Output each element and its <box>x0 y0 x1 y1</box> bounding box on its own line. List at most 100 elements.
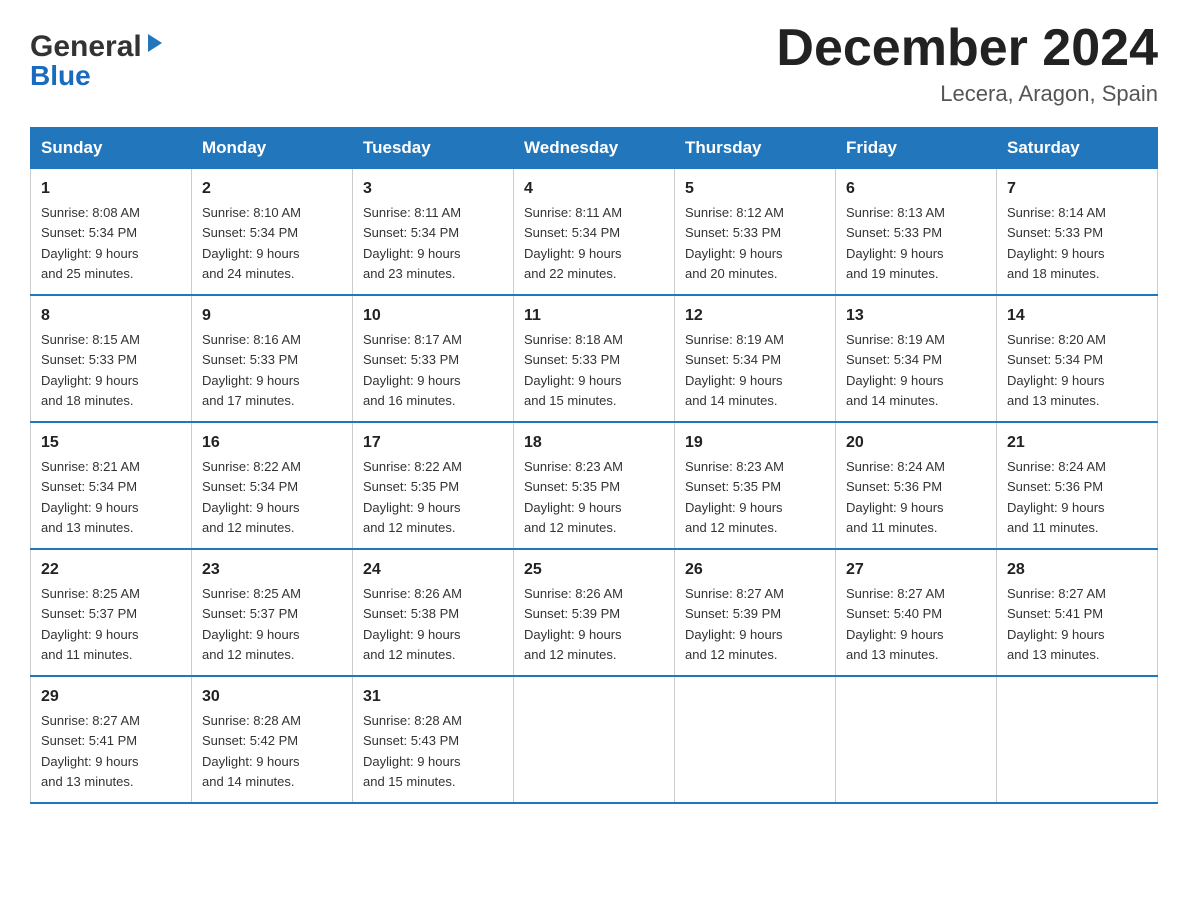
table-row: 9 Sunrise: 8:16 AMSunset: 5:33 PMDaylight… <box>192 295 353 422</box>
day-info: Sunrise: 8:14 AMSunset: 5:33 PMDaylight:… <box>1007 205 1106 281</box>
table-row: 18Sunrise: 8:23 AMSunset: 5:35 PMDayligh… <box>514 422 675 549</box>
table-row: 30 Sunrise: 8:28 AMSunset: 5:42 PMDayligh… <box>192 676 353 803</box>
day-info: Sunrise: 8:26 AMSunset: 5:38 PMDaylight:… <box>363 586 462 662</box>
day-info: Sunrise: 8:23 AMSunset: 5:35 PMDaylight:… <box>685 459 784 535</box>
day-info: Sunrise: 8:22 AMSunset: 5:35 PMDaylight:… <box>363 459 462 535</box>
table-row: 5Sunrise: 8:12 AMSunset: 5:33 PMDaylight… <box>675 169 836 296</box>
logo-arrow-icon <box>144 32 166 59</box>
day-info: Sunrise: 8:22 AMSunset: 5:34 PMDaylight:… <box>202 459 301 535</box>
day-info: Sunrise: 8:20 AMSunset: 5:34 PMDaylight:… <box>1007 332 1106 408</box>
day-info: Sunrise: 8:27 AMSunset: 5:41 PMDaylight:… <box>1007 586 1106 662</box>
day-number: 13 <box>846 304 986 328</box>
logo-blue-text: Blue <box>30 60 91 92</box>
calendar-week-row: 15 Sunrise: 8:21 AMSunset: 5:34 PMDayligh… <box>31 422 1158 549</box>
day-info: Sunrise: 8:25 AMSunset: 5:37 PMDaylight:… <box>202 586 301 662</box>
day-number: 27 <box>846 558 986 582</box>
table-row: 19 Sunrise: 8:23 AMSunset: 5:35 PMDayligh… <box>675 422 836 549</box>
day-info: Sunrise: 8:08 AMSunset: 5:34 PMDaylight:… <box>41 205 140 281</box>
day-info: Sunrise: 8:28 AMSunset: 5:43 PMDaylight:… <box>363 713 462 789</box>
day-number: 9 <box>202 304 342 328</box>
table-row: 15 Sunrise: 8:21 AMSunset: 5:34 PMDayligh… <box>31 422 192 549</box>
table-row: 6 Sunrise: 8:13 AMSunset: 5:33 PMDaylight… <box>836 169 997 296</box>
day-number: 31 <box>363 685 503 709</box>
logo: General Blue <box>30 30 166 92</box>
day-number: 24 <box>363 558 503 582</box>
table-row <box>514 676 675 803</box>
day-info: Sunrise: 8:15 AMSunset: 5:33 PMDaylight:… <box>41 332 140 408</box>
day-info: Sunrise: 8:23 AMSunset: 5:35 PMDaylight:… <box>524 459 623 535</box>
table-row: 20 Sunrise: 8:24 AMSunset: 5:36 PMDayligh… <box>836 422 997 549</box>
month-title: December 2024 <box>776 20 1158 77</box>
calendar-week-row: 29 Sunrise: 8:27 AMSunset: 5:41 PMDayligh… <box>31 676 1158 803</box>
calendar-week-row: 22 Sunrise: 8:25 AMSunset: 5:37 PMDayligh… <box>31 549 1158 676</box>
day-number: 29 <box>41 685 181 709</box>
table-row: 23 Sunrise: 8:25 AMSunset: 5:37 PMDayligh… <box>192 549 353 676</box>
day-info: Sunrise: 8:17 AMSunset: 5:33 PMDaylight:… <box>363 332 462 408</box>
day-number: 10 <box>363 304 503 328</box>
day-number: 22 <box>41 558 181 582</box>
table-row: 10 Sunrise: 8:17 AMSunset: 5:33 PMDayligh… <box>353 295 514 422</box>
day-info: Sunrise: 8:27 AMSunset: 5:40 PMDaylight:… <box>846 586 945 662</box>
day-number: 16 <box>202 431 342 455</box>
day-info: Sunrise: 8:13 AMSunset: 5:33 PMDaylight:… <box>846 205 945 281</box>
day-info: Sunrise: 8:19 AMSunset: 5:34 PMDaylight:… <box>685 332 784 408</box>
day-number: 14 <box>1007 304 1147 328</box>
day-number: 11 <box>524 304 664 328</box>
calendar-table: Sunday Monday Tuesday Wednesday Thursday… <box>30 127 1158 804</box>
table-row: 21 Sunrise: 8:24 AMSunset: 5:36 PMDayligh… <box>997 422 1158 549</box>
day-info: Sunrise: 8:26 AMSunset: 5:39 PMDaylight:… <box>524 586 623 662</box>
table-row <box>997 676 1158 803</box>
day-number: 8 <box>41 304 181 328</box>
day-number: 12 <box>685 304 825 328</box>
day-info: Sunrise: 8:28 AMSunset: 5:42 PMDaylight:… <box>202 713 301 789</box>
day-number: 15 <box>41 431 181 455</box>
col-thursday: Thursday <box>675 128 836 169</box>
day-info: Sunrise: 8:27 AMSunset: 5:41 PMDaylight:… <box>41 713 140 789</box>
day-number: 30 <box>202 685 342 709</box>
day-number: 19 <box>685 431 825 455</box>
table-row <box>675 676 836 803</box>
location-text: Lecera, Aragon, Spain <box>776 81 1158 107</box>
day-info: Sunrise: 8:21 AMSunset: 5:34 PMDaylight:… <box>41 459 140 535</box>
day-info: Sunrise: 8:18 AMSunset: 5:33 PMDaylight:… <box>524 332 623 408</box>
table-row: 17Sunrise: 8:22 AMSunset: 5:35 PMDayligh… <box>353 422 514 549</box>
table-row: 4Sunrise: 8:11 AMSunset: 5:34 PMDaylight… <box>514 169 675 296</box>
page-header: General Blue December 2024 Lecera, Arago… <box>30 20 1158 107</box>
day-number: 6 <box>846 177 986 201</box>
day-info: Sunrise: 8:11 AMSunset: 5:34 PMDaylight:… <box>363 205 461 281</box>
table-row: 13Sunrise: 8:19 AMSunset: 5:34 PMDayligh… <box>836 295 997 422</box>
col-friday: Friday <box>836 128 997 169</box>
calendar-week-row: 8 Sunrise: 8:15 AMSunset: 5:33 PMDaylight… <box>31 295 1158 422</box>
day-info: Sunrise: 8:16 AMSunset: 5:33 PMDaylight:… <box>202 332 301 408</box>
day-number: 2 <box>202 177 342 201</box>
day-info: Sunrise: 8:25 AMSunset: 5:37 PMDaylight:… <box>41 586 140 662</box>
col-tuesday: Tuesday <box>353 128 514 169</box>
day-number: 7 <box>1007 177 1147 201</box>
table-row: 7 Sunrise: 8:14 AMSunset: 5:33 PMDaylight… <box>997 169 1158 296</box>
day-info: Sunrise: 8:10 AMSunset: 5:34 PMDaylight:… <box>202 205 301 281</box>
logo-general-text: General <box>30 30 142 64</box>
day-number: 26 <box>685 558 825 582</box>
day-number: 3 <box>363 177 503 201</box>
table-row: 26Sunrise: 8:27 AMSunset: 5:39 PMDayligh… <box>675 549 836 676</box>
day-number: 23 <box>202 558 342 582</box>
day-number: 1 <box>41 177 181 201</box>
title-block: December 2024 Lecera, Aragon, Spain <box>776 20 1158 107</box>
day-number: 28 <box>1007 558 1147 582</box>
day-number: 21 <box>1007 431 1147 455</box>
table-row: 27 Sunrise: 8:27 AMSunset: 5:40 PMDayligh… <box>836 549 997 676</box>
col-monday: Monday <box>192 128 353 169</box>
day-number: 25 <box>524 558 664 582</box>
table-row: 16 Sunrise: 8:22 AMSunset: 5:34 PMDayligh… <box>192 422 353 549</box>
day-number: 20 <box>846 431 986 455</box>
calendar-header-row: Sunday Monday Tuesday Wednesday Thursday… <box>31 128 1158 169</box>
day-number: 4 <box>524 177 664 201</box>
day-info: Sunrise: 8:24 AMSunset: 5:36 PMDaylight:… <box>1007 459 1106 535</box>
day-number: 5 <box>685 177 825 201</box>
table-row: 24 Sunrise: 8:26 AMSunset: 5:38 PMDayligh… <box>353 549 514 676</box>
table-row: 28 Sunrise: 8:27 AMSunset: 5:41 PMDayligh… <box>997 549 1158 676</box>
table-row: 11 Sunrise: 8:18 AMSunset: 5:33 PMDayligh… <box>514 295 675 422</box>
table-row: 29 Sunrise: 8:27 AMSunset: 5:41 PMDayligh… <box>31 676 192 803</box>
day-info: Sunrise: 8:24 AMSunset: 5:36 PMDaylight:… <box>846 459 945 535</box>
col-wednesday: Wednesday <box>514 128 675 169</box>
